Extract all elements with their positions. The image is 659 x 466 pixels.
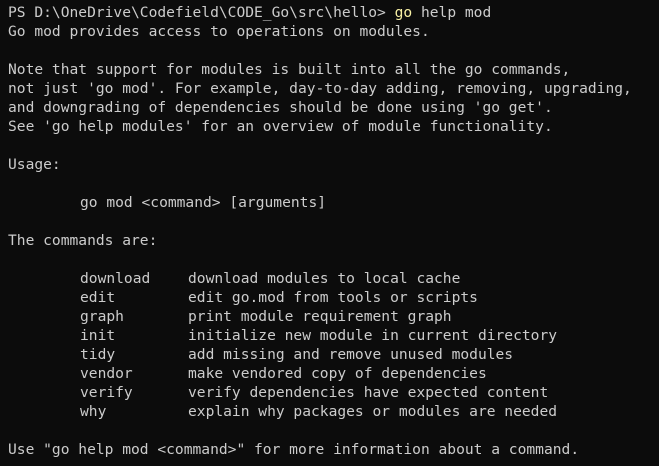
usage-label: Usage: xyxy=(8,156,61,173)
command-row-desc: initialize new module in current directo… xyxy=(188,327,558,344)
command-row-desc: edit go.mod from tools or scripts xyxy=(188,289,478,306)
command-row-desc: explain why packages or modules are need… xyxy=(188,403,558,420)
command-row-name: edit xyxy=(80,289,116,306)
command-row-desc: download modules to local cache xyxy=(188,270,461,287)
prompt-path: PS D:\OneDrive\Codefield\CODE_Go\src\hel… xyxy=(8,4,395,21)
command-row: edit edit go.mod from tools or scripts xyxy=(8,288,659,307)
output-footer: Use "go help mod <command>" for more inf… xyxy=(8,441,580,458)
terminal-window[interactable]: PS D:\OneDrive\Codefield\CODE_Go\src\hel… xyxy=(0,0,659,466)
command-row-desc: add missing and remove unused modules xyxy=(188,346,514,363)
output-note-line: not just 'go mod'. For example, day-to-d… xyxy=(8,80,632,97)
command-row-name: tidy xyxy=(80,346,116,363)
command-row: verify verify dependencies have expected … xyxy=(8,383,659,402)
command-row-name: vendor xyxy=(80,365,133,382)
command-row: tidy add missing and remove unused module… xyxy=(8,345,659,364)
command-row-desc: print module requirement graph xyxy=(188,308,452,325)
command-row-name: why xyxy=(80,403,107,420)
output-note-line: Note that support for modules is built i… xyxy=(8,61,571,78)
output-note-line: See 'go help modules' for an overview of… xyxy=(8,118,553,135)
command-row-name: verify xyxy=(80,384,133,401)
command-row: vendor make vendored copy of dependencies xyxy=(8,364,659,383)
command-row-desc: make vendored copy of dependencies xyxy=(188,365,487,382)
command-args: help mod xyxy=(412,4,492,21)
prompt-line: PS D:\OneDrive\Codefield\CODE_Go\src\hel… xyxy=(8,3,659,22)
command-name: go xyxy=(394,4,413,21)
command-row: download download modules to local cache xyxy=(8,269,659,288)
command-row-name: download xyxy=(80,270,151,287)
command-row: why explain why packages or modules are n… xyxy=(8,402,659,421)
usage-syntax: go mod <command> [arguments] xyxy=(80,194,327,211)
command-row: graph print module requirement graph xyxy=(8,307,659,326)
command-row: init initialize new module in current dir… xyxy=(8,326,659,345)
output-note-line: and downgrading of dependencies should b… xyxy=(8,99,553,116)
command-row-desc: verify dependencies have expected conten… xyxy=(188,384,549,401)
output-intro: Go mod provides access to operations on … xyxy=(8,23,430,40)
command-row-name: init xyxy=(80,327,116,344)
commands-label: The commands are: xyxy=(8,232,158,249)
command-row-name: graph xyxy=(80,308,124,325)
